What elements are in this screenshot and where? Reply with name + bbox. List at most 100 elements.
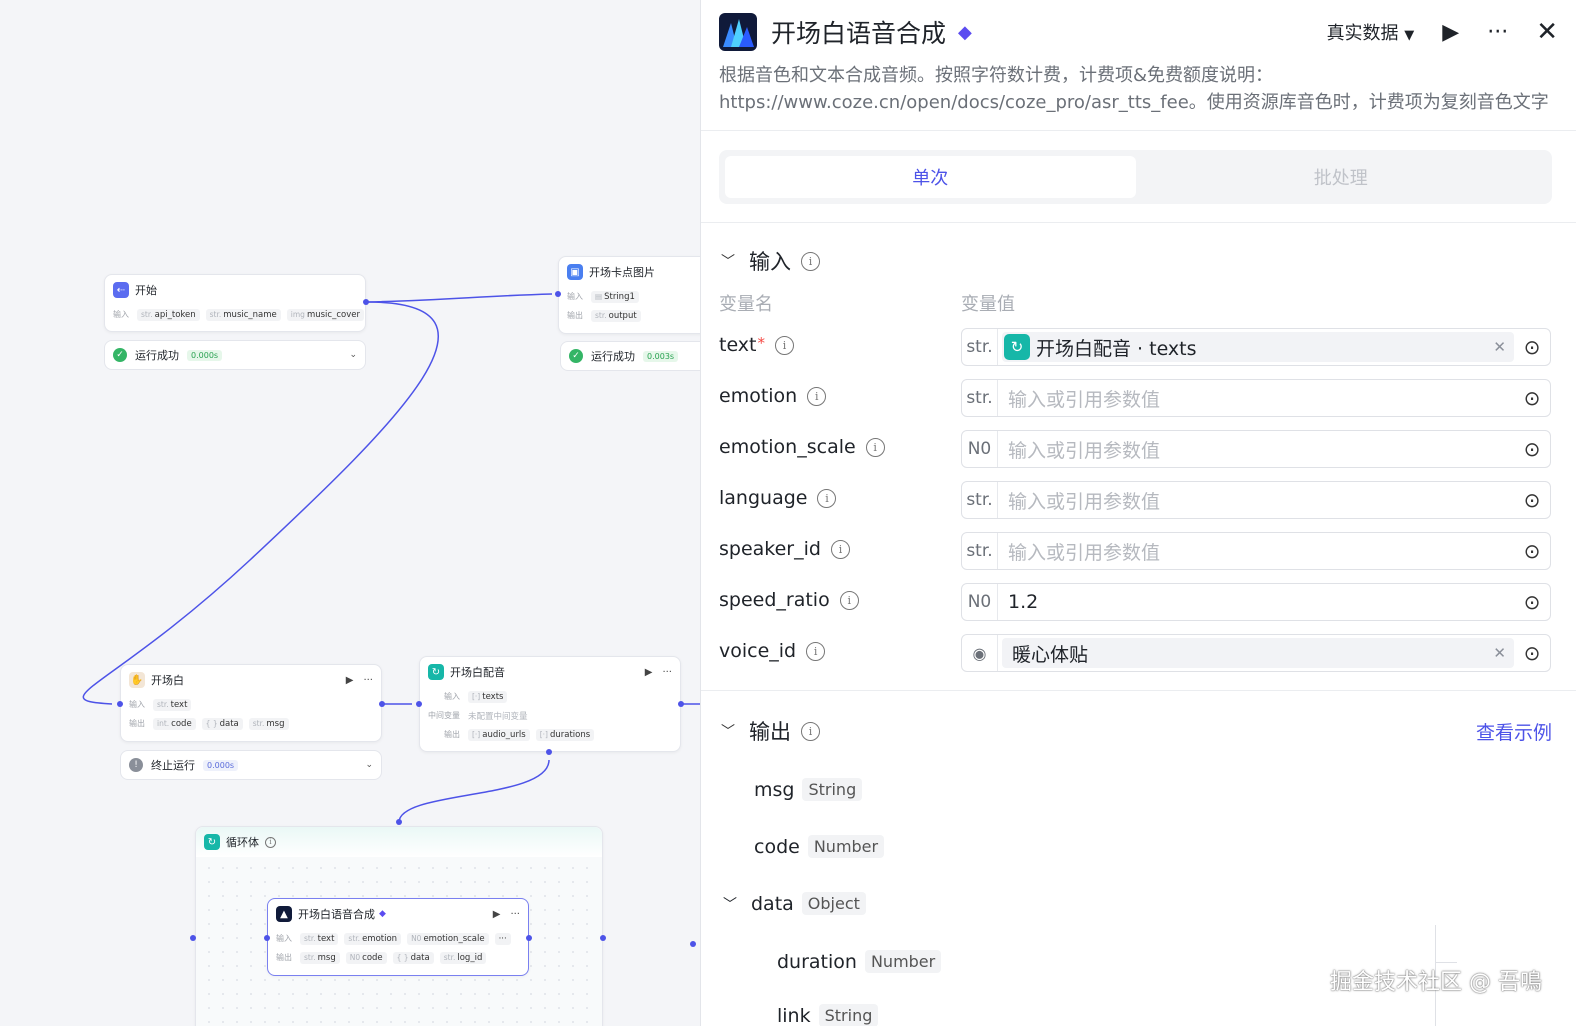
- tts-input-port[interactable]: [264, 935, 270, 941]
- variable-select-icon[interactable]: ⊙: [1514, 641, 1550, 665]
- dub-node[interactable]: ↻ 开场白配音 ▶ ··· 输入 [·] texts 中间变量 未配置中间变量 输出…: [419, 656, 681, 752]
- param-input[interactable]: 1.2: [998, 591, 1514, 613]
- intro-node-title: 开场白: [151, 674, 184, 687]
- param-input[interactable]: 输入或引用参数值: [998, 436, 1514, 463]
- loop-right-port[interactable]: [600, 935, 606, 941]
- voice-chip[interactable]: 暖心体贴 ✕: [1002, 638, 1514, 668]
- dub-input-label: 输入: [444, 692, 460, 701]
- variable-select-icon[interactable]: ⊙: [1514, 590, 1550, 614]
- variable-select-icon[interactable]: ⊙: [1514, 335, 1550, 359]
- tts-input: N0 emotion_scale: [407, 932, 489, 945]
- card-image-node[interactable]: ▣ 开场卡点图片 输入 ▤ String1 输出 str. output: [558, 256, 700, 334]
- loop-top-port[interactable]: [396, 819, 402, 825]
- run-time: 0.003s: [643, 350, 679, 362]
- more-icon[interactable]: ···: [1487, 20, 1508, 45]
- loop-left-port[interactable]: [190, 935, 196, 941]
- dub-output-port[interactable]: [678, 701, 684, 707]
- divider: [701, 222, 1576, 223]
- param-field-language[interactable]: str. 输入或引用参数值 ⊙: [961, 481, 1551, 519]
- variable-select-icon[interactable]: ⊙: [1514, 437, 1550, 461]
- input-section-title[interactable]: ﹀ 输入 i: [721, 246, 820, 276]
- status-text: 运行成功: [135, 349, 179, 362]
- chevron-down-icon[interactable]: ﹀: [723, 894, 737, 914]
- info-icon[interactable]: i: [806, 641, 826, 661]
- param-input[interactable]: 输入或引用参数值: [998, 385, 1514, 412]
- tts-output-port[interactable]: [526, 935, 532, 941]
- intro-input-port[interactable]: [117, 701, 123, 707]
- panel-title: 开场白语音合成: [771, 19, 947, 48]
- dub-output: [·] audio_urls: [468, 728, 530, 741]
- run-icon[interactable]: ▶: [645, 667, 653, 678]
- loop-icon: ↻: [428, 664, 444, 680]
- info-icon[interactable]: i: [265, 836, 276, 848]
- param-name: speed_ratio i: [719, 589, 859, 611]
- more-icon[interactable]: ···: [363, 675, 373, 686]
- output-row-code: code Number: [754, 835, 885, 858]
- info-icon[interactable]: i: [865, 437, 885, 457]
- status-text: 终止运行: [151, 759, 195, 772]
- info-icon[interactable]: i: [801, 721, 820, 741]
- param-field-speaker-id[interactable]: str. 输入或引用参数值 ⊙: [961, 532, 1551, 570]
- intro-status[interactable]: ! 终止运行 0.000s ⌄: [120, 750, 382, 780]
- tab-single[interactable]: 单次: [725, 156, 1136, 198]
- run-icon[interactable]: ▶: [1442, 20, 1459, 45]
- param-row-text: text * i str. ↻ 开场白配音 · texts ✕ ⊙: [719, 328, 1552, 368]
- start-output-port[interactable]: [363, 299, 369, 305]
- info-icon[interactable]: i: [830, 539, 850, 559]
- tts-node[interactable]: ▲ 开场白语音合成 ◆ ▶ ··· 输入 str. text str. emotion…: [267, 898, 529, 976]
- clear-icon[interactable]: ✕: [1493, 338, 1506, 356]
- workflow-canvas[interactable]: ⇠ 开始 输入 str. api_token str. music_name img…: [0, 0, 700, 1026]
- card-status[interactable]: ✓ 运行成功 0.003s: [560, 341, 700, 371]
- intro-node[interactable]: ✋ 开场白 ▶ ··· 输入 str. text 输出 int. code { } da…: [120, 664, 382, 742]
- param-field-voice-id[interactable]: ◉ 暖心体贴 ✕ ⊙: [961, 634, 1551, 672]
- param-input[interactable]: 输入或引用参数值: [998, 538, 1514, 565]
- output-row-msg: msg String: [754, 778, 863, 801]
- info-icon[interactable]: i: [817, 488, 837, 508]
- card-input-port[interactable]: [555, 291, 561, 297]
- clear-icon[interactable]: ✕: [1493, 644, 1506, 662]
- more-icon[interactable]: ···: [510, 909, 520, 920]
- intro-output-port[interactable]: [379, 701, 385, 707]
- output-name: duration: [777, 950, 857, 973]
- info-icon[interactable]: i: [801, 251, 820, 271]
- run-icon[interactable]: ▶: [493, 909, 501, 920]
- output-type: Number: [864, 950, 942, 973]
- output-row-duration: duration Number: [777, 950, 942, 973]
- start-status[interactable]: ✓ 运行成功 0.000s ⌄: [104, 340, 366, 370]
- variable-select-icon[interactable]: ⊙: [1514, 386, 1550, 410]
- variable-select-icon[interactable]: ⊙: [1514, 488, 1550, 512]
- loop-node-title: 循环体: [226, 836, 259, 849]
- info-icon[interactable]: i: [839, 590, 859, 610]
- output-type: String: [802, 778, 863, 801]
- param-field-emotion-scale[interactable]: N0 输入或引用参数值 ⊙: [961, 430, 1551, 468]
- param-field-text[interactable]: str. ↻ 开场白配音 · texts ✕ ⊙: [961, 328, 1551, 366]
- run-time: 0.000s: [203, 759, 239, 771]
- dub-bottom-port[interactable]: [546, 749, 552, 755]
- param-input[interactable]: 输入或引用参数值: [998, 487, 1514, 514]
- info-icon[interactable]: i: [807, 386, 827, 406]
- reference-chip[interactable]: ↻ 开场白配音 · texts ✕: [1002, 332, 1514, 362]
- tts-logo-icon: ▲: [276, 906, 292, 922]
- more-icon[interactable]: ···: [662, 667, 672, 678]
- close-icon[interactable]: ✕: [1536, 17, 1558, 47]
- tts-logo-icon: [719, 13, 757, 51]
- watermark: 掘金技术社区 @ 吾鳴: [1330, 970, 1542, 995]
- tab-batch[interactable]: 批处理: [1136, 156, 1547, 198]
- param-field-emotion[interactable]: str. 输入或引用参数值 ⊙: [961, 379, 1551, 417]
- tts-input: str. emotion: [344, 932, 402, 945]
- info-icon[interactable]: i: [775, 335, 794, 355]
- param-field-speed-ratio[interactable]: N0 1.2 ⊙: [961, 583, 1551, 621]
- edge-dub-loop: [398, 759, 550, 823]
- data-mode-select[interactable]: 真实数据 ▼: [1327, 19, 1415, 45]
- dub-input-port[interactable]: [416, 701, 422, 707]
- more-inputs: ···: [494, 932, 511, 945]
- output-section-title[interactable]: ﹀ 输出 i: [721, 716, 820, 746]
- start-node[interactable]: ⇠ 开始 输入 str. api_token str. music_name img…: [104, 274, 366, 332]
- output-type: Object: [801, 892, 866, 915]
- far-right-port[interactable]: [690, 941, 696, 947]
- output-row-data[interactable]: ﹀ data Object: [723, 892, 866, 915]
- view-example-link[interactable]: 查看示例: [1476, 718, 1552, 745]
- dub-mid-label: 中间变量: [428, 711, 460, 720]
- variable-select-icon[interactable]: ⊙: [1514, 539, 1550, 563]
- run-icon[interactable]: ▶: [346, 675, 354, 686]
